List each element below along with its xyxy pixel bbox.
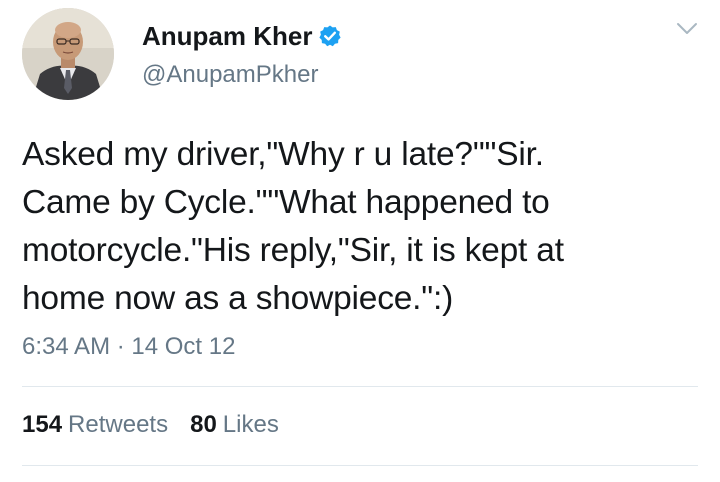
divider bbox=[22, 386, 698, 387]
tweet-stats: 154 Retweets 80 Likes bbox=[22, 411, 301, 439]
divider bbox=[22, 465, 698, 466]
likes-label: Likes bbox=[222, 411, 279, 438]
avatar-image bbox=[22, 8, 114, 100]
retweets-label: Retweets bbox=[68, 411, 169, 438]
user-handle[interactable]: @AnupamPkher bbox=[142, 60, 342, 90]
verified-badge-icon bbox=[318, 24, 342, 48]
tweet-header: Anupam Kher @AnupamPkher bbox=[22, 8, 342, 100]
tweet-timestamp[interactable]: 6:34 AM · 14 Oct 12 bbox=[22, 333, 235, 361]
retweets-count: 154 bbox=[22, 411, 63, 438]
avatar[interactable] bbox=[22, 8, 114, 100]
tweet-text: Asked my driver,"Why r u late?""Sir. Cam… bbox=[22, 136, 564, 317]
likes-count: 80 bbox=[190, 411, 217, 438]
user-names: Anupam Kher @AnupamPkher bbox=[142, 20, 342, 90]
tweet-card: Anupam Kher @AnupamPkher Asked my driver… bbox=[0, 0, 720, 482]
likes-stat[interactable]: 80 Likes bbox=[190, 411, 279, 439]
chevron-down-icon[interactable] bbox=[676, 22, 698, 36]
retweets-stat[interactable]: 154 Retweets bbox=[22, 411, 168, 439]
display-name[interactable]: Anupam Kher bbox=[142, 20, 312, 52]
name-row: Anupam Kher bbox=[142, 20, 342, 52]
